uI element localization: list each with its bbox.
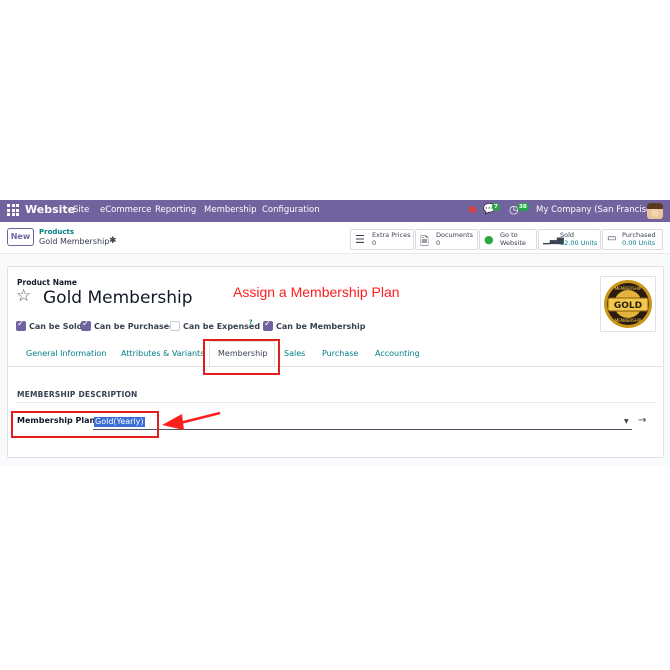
can-be-purchased-label: Can be Purchased	[94, 322, 175, 331]
smart-value: 0.00 Units	[622, 239, 656, 247]
tab-general-information[interactable]: General Information	[26, 349, 106, 358]
smart-label: Documents	[436, 231, 474, 239]
tabs-divider	[7, 366, 662, 367]
annotation-box-membership-tab	[203, 339, 280, 375]
menu-reporting[interactable]: Reporting	[155, 205, 196, 215]
smart-label: Purchased	[622, 231, 656, 239]
smart-label: Extra Prices	[372, 231, 411, 239]
gear-icon[interactable]: ✱	[109, 236, 117, 246]
tab-sales[interactable]: Sales	[284, 349, 305, 358]
documents-button[interactable]: 🗎 Documents 0	[415, 229, 478, 250]
company-switcher[interactable]: My Company (San Francisco)	[536, 205, 659, 215]
list-icon: ☰	[355, 233, 365, 246]
app-name[interactable]: Website	[25, 203, 75, 216]
annotation-arrow-icon	[162, 411, 221, 430]
go-to-website-button[interactable]: ● Go to Website	[479, 229, 537, 250]
section-title: MEMBERSHIP DESCRIPTION	[17, 390, 138, 399]
can-be-sold-label: Can be Sold	[29, 322, 83, 331]
internal-link-arrow-icon[interactable]: →	[638, 415, 646, 426]
debug-bug-icon[interactable]	[469, 206, 476, 213]
globe-icon: ●	[484, 233, 494, 246]
can-be-sold-checkbox[interactable]	[16, 319, 26, 331]
menu-ecommerce[interactable]: eCommerce	[100, 205, 151, 215]
product-name-field[interactable]: Gold Membership	[43, 288, 193, 308]
badge-bottom-text: MEMBERSHIP	[615, 318, 642, 323]
favorite-star-icon[interactable]: ☆	[16, 286, 31, 306]
annotation-text: Assign a Membership Plan	[233, 284, 400, 300]
app-grid-icon[interactable]	[7, 204, 19, 216]
purchased-button[interactable]: ▭ Purchased 0.00 Units	[602, 229, 663, 250]
gold-membership-badge-icon: GOLD MEMBERSHIP MEMBERSHIP	[604, 280, 652, 328]
document-icon: 🗎	[420, 235, 429, 248]
dropdown-caret-icon[interactable]: ▼	[624, 418, 629, 425]
smart-value: 0	[372, 239, 377, 247]
menu-configuration[interactable]: Configuration	[262, 205, 320, 215]
annotation-box-membership-plan	[11, 411, 159, 438]
breadcrumb-current: Gold Membership	[39, 237, 110, 246]
product-image[interactable]: GOLD MEMBERSHIP MEMBERSHIP	[600, 276, 656, 332]
can-be-expensed-checkbox[interactable]	[170, 321, 180, 331]
smart-value: Website	[500, 239, 526, 247]
smart-label: Go to	[500, 231, 518, 239]
tab-purchase[interactable]: Purchase	[322, 349, 358, 358]
sold-button[interactable]: ▁▃▅ Sold 12.00 Units	[538, 229, 601, 250]
badge-center-text: GOLD	[614, 301, 642, 311]
top-navbar: Website Site eCommerce Reporting Members…	[0, 200, 670, 222]
cart-icon: ▭	[607, 233, 617, 244]
messages-count-badge: 7	[492, 203, 500, 211]
smart-value: 0	[436, 239, 441, 247]
smart-value: 12.00 Units	[560, 239, 598, 247]
can-be-purchased-checkbox[interactable]	[81, 319, 91, 331]
activities-count-badge: 38	[517, 203, 529, 211]
tab-attributes-variants[interactable]: Attributes & Variants	[121, 349, 204, 358]
user-avatar[interactable]	[647, 203, 663, 219]
can-be-membership-label: Can be Membership	[276, 322, 366, 331]
new-button[interactable]: New	[7, 228, 34, 246]
tab-accounting[interactable]: Accounting	[375, 349, 420, 358]
badge-top-text: MEMBERSHIP	[615, 286, 642, 291]
menu-site[interactable]: Site	[73, 205, 89, 215]
extra-prices-button[interactable]: ☰ Extra Prices 0	[350, 229, 414, 250]
smart-label: Sold	[560, 231, 575, 239]
section-divider	[17, 402, 655, 403]
can-be-membership-checkbox[interactable]	[263, 319, 273, 331]
help-tooltip-icon[interactable]: ?	[249, 319, 252, 326]
breadcrumb-products[interactable]: Products	[39, 228, 74, 236]
menu-membership[interactable]: Membership	[204, 205, 257, 215]
